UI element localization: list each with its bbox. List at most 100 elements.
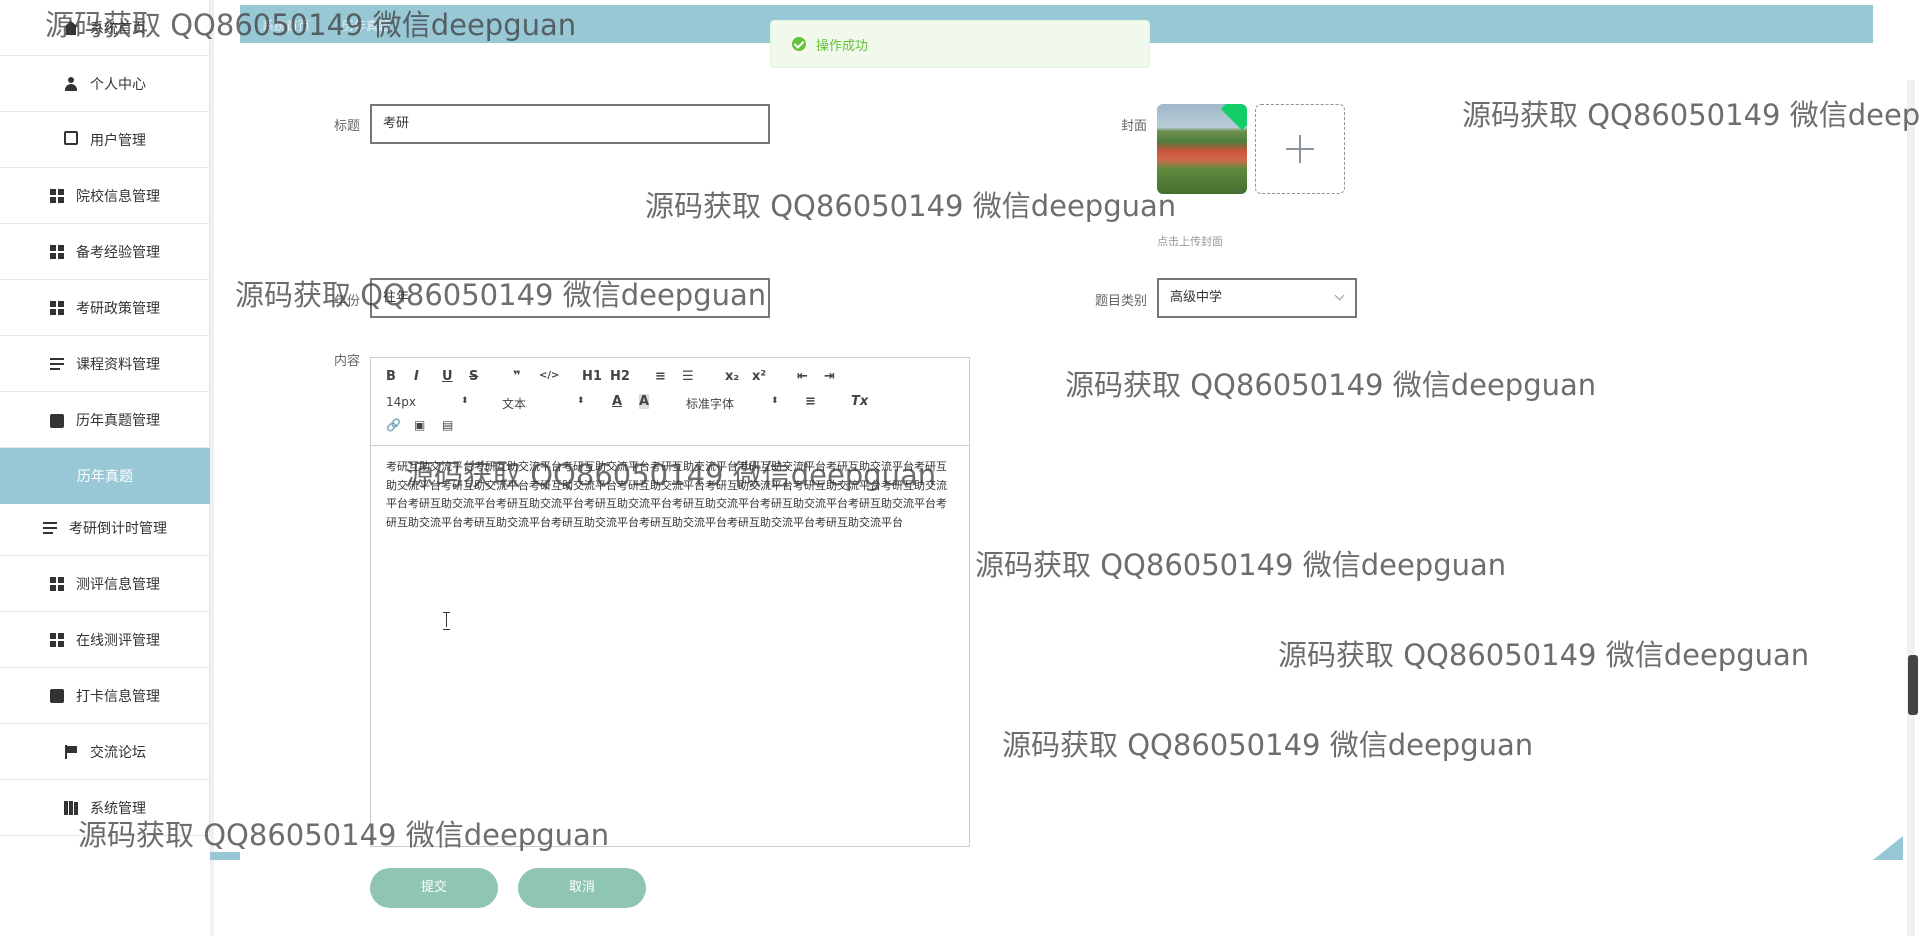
scrollbar-thumb[interactable] [1908,655,1918,715]
italic-icon[interactable]: I [414,369,419,384]
sidebar-item-users[interactable]: 用户管理 [0,112,210,168]
sidebar-item-past-papers-manage[interactable]: 历年真题管理 [0,392,210,448]
app-root: 系统首页 历年真题 系统首页 个人中心 用户管理 院校信息管理 备考经验管理 考… [0,0,1920,936]
cover-thumbnail[interactable] [1157,104,1247,194]
sidebar-item-label: 考研政策管理 [76,300,160,317]
heading1-icon[interactable]: H1 [582,369,602,384]
strikethrough-icon[interactable]: S [469,369,478,384]
home-icon [64,20,78,35]
sidebar-item-label: 系统管理 [90,800,146,817]
grid-icon [50,632,64,647]
font-family-select[interactable]: 标准字体 ⬍ [686,395,781,412]
superscript-icon[interactable]: x² [752,369,766,384]
link-icon[interactable]: 🔗 [386,418,401,432]
sidebar-item-label: 个人中心 [90,76,146,93]
blockquote-icon[interactable]: ❞ [513,369,521,384]
sidebar-item-system[interactable]: 系统管理 [0,780,210,836]
editor-toolbar: B I U S ❞ </> H1 H2 ≡ ☰ x₂ x² ⇤ ⇥ 14px ⬍… [371,358,969,446]
content-label: 内容 [333,354,360,369]
bullet-list-icon[interactable]: ☰ [682,369,694,384]
clipboard-icon [50,688,64,703]
cover-upload-tip: 点击上传封面 [1157,235,1223,248]
monitor-icon [64,130,78,145]
submit-button[interactable]: 提交 [370,868,498,908]
sidebar-item-courses[interactable]: 课程资料管理 [0,336,210,392]
updown-arrow-icon: ⬍ [461,396,469,406]
sidebar-item-profile[interactable]: 个人中心 [0,56,210,112]
sidebar-item-forum[interactable]: 交流论坛 [0,724,210,780]
font-family-value: 标准字体 [686,397,735,411]
sidebar-item-label: 系统首页 [90,20,146,37]
cancel-button[interactable]: 取消 [518,868,646,908]
cover-label: 封面 [1120,119,1147,134]
clear-format-icon[interactable]: Tx [851,394,868,409]
cover-upload-button[interactable] [1255,104,1345,194]
sidebar-item-assessment[interactable]: 测评信息管理 [0,556,210,612]
watermark: 源码获取 QQ86050149 微信deepguan [1462,98,1920,132]
underline-icon[interactable]: U [442,369,453,384]
check-circle-icon [792,37,806,51]
year-label: 年份 [333,294,360,309]
grid-icon [50,188,64,203]
category-label: 题目类别 [1094,294,1147,309]
toast-message: 操作成功 [816,38,869,54]
font-size-select[interactable]: 14px ⬍ [386,395,471,409]
image-icon[interactable]: ▣ [414,418,425,432]
indent-icon[interactable]: ⇥ [824,369,835,384]
code-icon[interactable]: </> [539,370,559,381]
grid-icon [50,576,64,591]
sidebar-item-schools[interactable]: 院校信息管理 [0,168,210,224]
sidebar-item-countdown[interactable]: 考研倒计时管理 [0,500,210,556]
watermark: 源码获取 QQ86050149 微信deepguan [1278,638,1810,672]
video-icon[interactable]: ▤ [442,418,453,432]
sidebar-item-label: 历年真题 [77,469,133,485]
align-icon[interactable]: ≡ [805,394,816,409]
format-value: 文本 [502,397,527,411]
sidebar-item-label: 打卡信息管理 [76,688,160,705]
book-icon [64,800,78,815]
category-select[interactable]: 高级中学 [1157,278,1357,318]
sidebar-item-policy[interactable]: 考研政策管理 [0,280,210,336]
format-select[interactable]: 文本 ⬍ [502,395,587,412]
decor-strip-left [210,852,240,860]
breadcrumb-home[interactable]: 系统首页 [262,17,310,34]
user-icon [64,76,78,91]
updown-arrow-icon: ⬍ [771,396,779,406]
editor-content[interactable]: 考研互助交流平台考研互助交流平台考研互助交流平台考研互助交流平台考研互助交流平台… [386,458,956,532]
plus-icon [1286,135,1314,163]
grid-icon [50,244,64,259]
bold-icon[interactable]: B [386,369,396,384]
sidebar-item-home[interactable]: 系统首页 [0,0,210,56]
sidebar-item-label: 课程资料管理 [76,356,160,373]
sidebar-item-experience[interactable]: 备考经验管理 [0,224,210,280]
year-input[interactable]: 往年 [370,278,770,318]
updown-arrow-icon: ⬍ [577,396,585,406]
category-selected-value: 高级中学 [1170,290,1223,305]
sidebar: 系统首页 个人中心 用户管理 院校信息管理 备考经验管理 考研政策管理 课程资料… [0,0,210,836]
sidebar-item-checkin[interactable]: 打卡信息管理 [0,668,210,724]
breadcrumb-current: 历年真题 [342,19,391,33]
sidebar-item-label: 考研倒计时管理 [69,520,167,537]
outdent-icon[interactable]: ⇤ [797,369,808,384]
ordered-list-icon[interactable]: ≡ [655,369,666,384]
sidebar-item-label: 测评信息管理 [76,576,160,593]
sidebar-shadow [210,0,214,936]
grid-icon [50,300,64,315]
font-color-icon[interactable]: A [612,394,622,409]
list-icon [50,356,64,371]
watermark: 源码获取 QQ86050149 微信deepguan [1002,728,1534,762]
sidebar-item-label: 交流论坛 [90,744,146,761]
flag-icon [64,744,78,759]
page-scrollbar[interactable] [1907,80,1915,936]
title-input[interactable]: 考研 [370,104,770,144]
subscript-icon[interactable]: x₂ [725,369,739,384]
rich-text-editor[interactable]: B I U S ❞ </> H1 H2 ≡ ☰ x₂ x² ⇤ ⇥ 14px ⬍… [370,357,970,847]
sidebar-item-past-papers[interactable]: 历年真题 [0,448,210,504]
sidebar-item-label: 历年真题管理 [76,412,160,429]
watermark: 源码获取 QQ86050149 微信deepguan [645,189,1177,223]
heading2-icon[interactable]: H2 [610,369,630,384]
sidebar-item-label: 在线测评管理 [76,632,160,649]
background-color-icon[interactable]: A [639,394,650,409]
sidebar-item-online-test[interactable]: 在线测评管理 [0,612,210,668]
font-size-value: 14px [386,395,416,409]
